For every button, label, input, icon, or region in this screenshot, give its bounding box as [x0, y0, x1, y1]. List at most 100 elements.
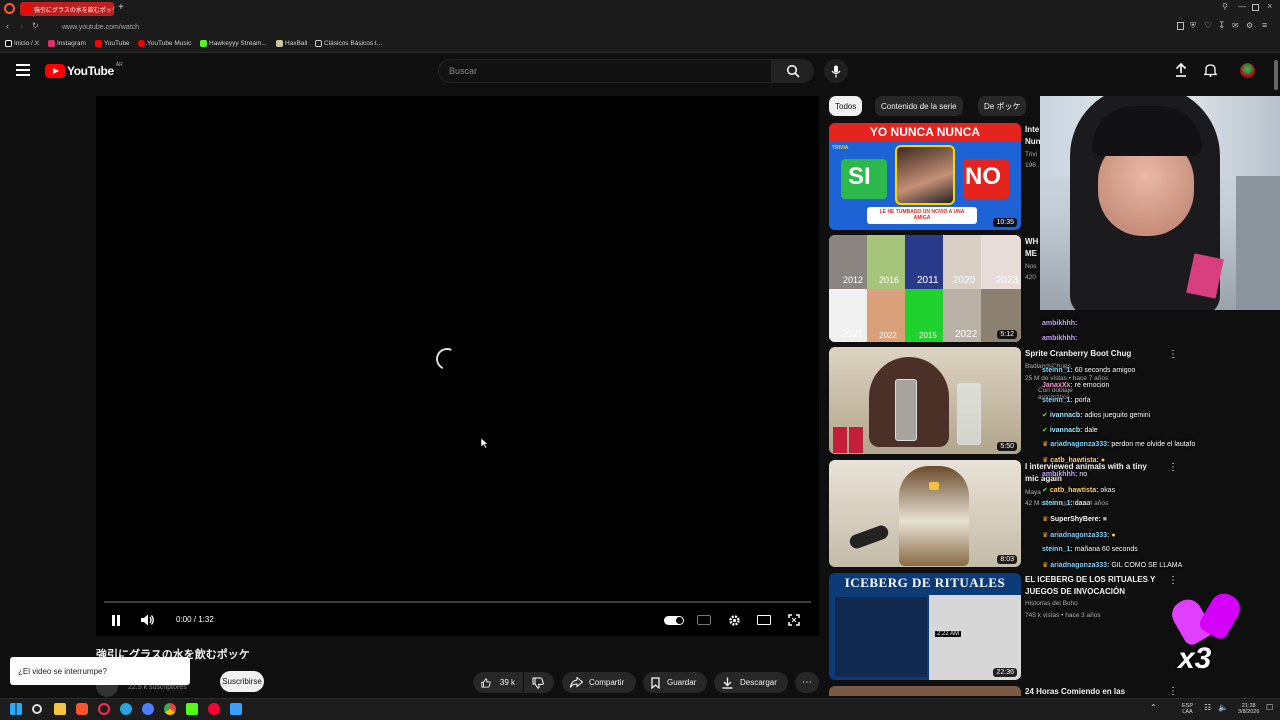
opera-gx-icon[interactable]: [98, 703, 110, 715]
windows-start-icon[interactable]: [10, 703, 22, 715]
chrome-icon[interactable]: [164, 703, 176, 715]
chat-message: JanaxXx: re emocion: [1042, 382, 1110, 389]
chip-series[interactable]: Contenido de la serie: [875, 96, 963, 116]
url-field[interactable]: www.youtube.com/watch: [46, 21, 1156, 34]
bookmark-haxball[interactable]: HaxBall: [276, 40, 307, 47]
windows-taskbar: ⌃ ESP LAA ☷ 🔈 21:28 3/8/2026 ☐: [0, 698, 1280, 720]
duration-badge: 5:50: [997, 442, 1017, 451]
duration-badge: 8:03: [997, 555, 1017, 564]
video-interrupted-prompt[interactable]: ¿El video se interrumpe?: [10, 657, 190, 685]
tray-chevron-icon[interactable]: ⌃: [1150, 703, 1157, 712]
avatar[interactable]: [1240, 63, 1255, 78]
app-icon[interactable]: [142, 703, 154, 715]
brave-browser-icon[interactable]: [76, 703, 88, 715]
volume-button[interactable]: [140, 612, 156, 628]
mouse-cursor-icon: [480, 436, 489, 454]
subtitles-button[interactable]: [696, 612, 712, 628]
input-language[interactable]: ESP LAA: [1182, 703, 1193, 715]
bookmark-hawkeyyy[interactable]: Hawkeyyy Stream...: [200, 40, 267, 47]
duration-badge: 10:35: [993, 218, 1017, 227]
new-tab-icon[interactable]: +: [118, 2, 124, 13]
recommendation-title[interactable]: EL ICEBERG DE LOS RITUALES Y JUEGOS DE I…: [1025, 574, 1165, 598]
webcam-overlay: [1040, 96, 1280, 310]
fullscreen-button[interactable]: [786, 612, 802, 628]
clock[interactable]: 21:28 3/8/2026: [1238, 703, 1259, 715]
bookmark-youtube-music[interactable]: YouTube Music: [138, 40, 191, 47]
autoplay-toggle[interactable]: [664, 612, 684, 628]
page-scrollbar[interactable]: [1274, 60, 1278, 90]
maximize-icon[interactable]: [1252, 4, 1259, 11]
haxball-icon: [276, 40, 283, 47]
speaker-icon[interactable]: 🔈: [1218, 703, 1228, 712]
search-button[interactable]: [772, 59, 814, 83]
search-tabs-icon[interactable]: ⚲: [1222, 2, 1228, 11]
chip-todos[interactable]: Todos: [829, 96, 863, 116]
pause-button[interactable]: [108, 612, 124, 628]
youtube-music-icon[interactable]: [208, 703, 220, 715]
recommendation-title[interactable]: Inte Nun: [1025, 124, 1041, 148]
file-explorer-icon[interactable]: [54, 703, 66, 715]
bookmark-clasicos[interactable]: Clásicos Básicos t...: [315, 40, 382, 47]
extensions-icon[interactable]: ⚙: [1246, 21, 1253, 30]
video-player[interactable]: 0:00 / 1:32: [96, 96, 819, 636]
browser-logo-icon[interactable]: [4, 3, 15, 14]
recommendation-title[interactable]: Sprite Cranberry Boot Chug: [1025, 348, 1155, 360]
recommendation-thumbnail[interactable]: 2012 2016 2011 2020 2023 2021 2022 2015 …: [829, 235, 1021, 342]
like-button[interactable]: 39 k: [473, 672, 523, 693]
recommendation-thumbnail[interactable]: 8:03: [829, 460, 1021, 567]
forward-icon[interactable]: ›: [20, 21, 23, 31]
notifications-icon[interactable]: ☐: [1266, 703, 1273, 712]
settings-gear-icon: [728, 614, 740, 626]
network-icon[interactable]: ☷: [1204, 703, 1211, 712]
menu-icon[interactable]: ≡: [1262, 20, 1267, 30]
more-options-icon[interactable]: ⋮: [1168, 686, 1178, 697]
search-icon[interactable]: [32, 704, 42, 714]
chat-icon[interactable]: ✉: [1232, 21, 1239, 30]
minimize-icon[interactable]: —: [1238, 2, 1246, 11]
close-window-icon[interactable]: ×: [1267, 1, 1272, 11]
heart-icon[interactable]: ♡: [1204, 20, 1212, 31]
browser-tab-active[interactable]: 強引にグラスの水を飲むポッケ: [20, 2, 114, 16]
theater-mode-button[interactable]: [756, 612, 772, 628]
download-icon[interactable]: ↧: [1218, 20, 1226, 31]
theater-mode-icon: [757, 615, 771, 625]
reload-icon[interactable]: ↻: [32, 21, 39, 30]
dislike-button[interactable]: [524, 672, 554, 693]
thumbs-down-icon: [532, 677, 544, 689]
recommendation-title[interactable]: 24 Horas Comiendo en las: [1025, 686, 1155, 698]
search-input[interactable]: Buscar: [438, 59, 772, 83]
settings-button[interactable]: [726, 612, 742, 628]
share-button[interactable]: Compartir: [562, 672, 636, 693]
recommendation-title[interactable]: WH ME: [1025, 236, 1039, 260]
upload-icon[interactable]: [1175, 62, 1187, 82]
bookmark-youtube[interactable]: YouTube: [95, 40, 130, 47]
voice-search-button[interactable]: [824, 59, 848, 83]
save-button[interactable]: Guardar: [643, 672, 707, 693]
tab-title: 強引にグラスの水を飲むポッケ: [34, 7, 114, 14]
more-options-icon[interactable]: ⋮: [1168, 462, 1178, 473]
kick-icon[interactable]: [186, 703, 198, 715]
recommendation-thumbnail[interactable]: [829, 686, 1021, 696]
notifications-bell-icon[interactable]: [1202, 63, 1219, 82]
shield-icon[interactable]: ⛨: [1190, 21, 1196, 31]
bookmark-x[interactable]: Inicio / X: [5, 40, 39, 47]
more-actions-button[interactable]: ⋯: [795, 672, 819, 693]
chip-pokke[interactable]: De ポッケ: [978, 96, 1027, 116]
youtube-favicon-icon: [23, 5, 31, 13]
recommendation-thumbnail[interactable]: YO NUNCA NUNCA TRIVIA SI NO LE HE TUMBAD…: [829, 123, 1021, 230]
recommendation-thumbnail[interactable]: 5:50: [829, 347, 1021, 454]
more-options-icon[interactable]: ⋮: [1168, 349, 1178, 360]
back-icon[interactable]: ‹: [6, 21, 9, 31]
download-icon: [722, 677, 733, 689]
progress-bar[interactable]: [104, 601, 811, 603]
bookmark-page-icon[interactable]: [1177, 22, 1184, 30]
subscribe-button[interactable]: Suscribirse: [220, 671, 264, 692]
hamburger-menu-icon[interactable]: [16, 64, 30, 76]
recommendation-thumbnail[interactable]: ICEBERG DE RITUALES 2:22 AM 22:36: [829, 573, 1021, 680]
download-button[interactable]: Descargar: [714, 672, 788, 693]
telegram-icon[interactable]: [120, 703, 132, 715]
notepad-icon[interactable]: [230, 703, 242, 715]
bookmark-instagram[interactable]: Instagram: [48, 40, 86, 47]
youtube-logo[interactable]: YouTube AR: [45, 62, 123, 78]
chat-message: ✔ ivannacb: adios jueguito gemini: [1042, 412, 1151, 419]
